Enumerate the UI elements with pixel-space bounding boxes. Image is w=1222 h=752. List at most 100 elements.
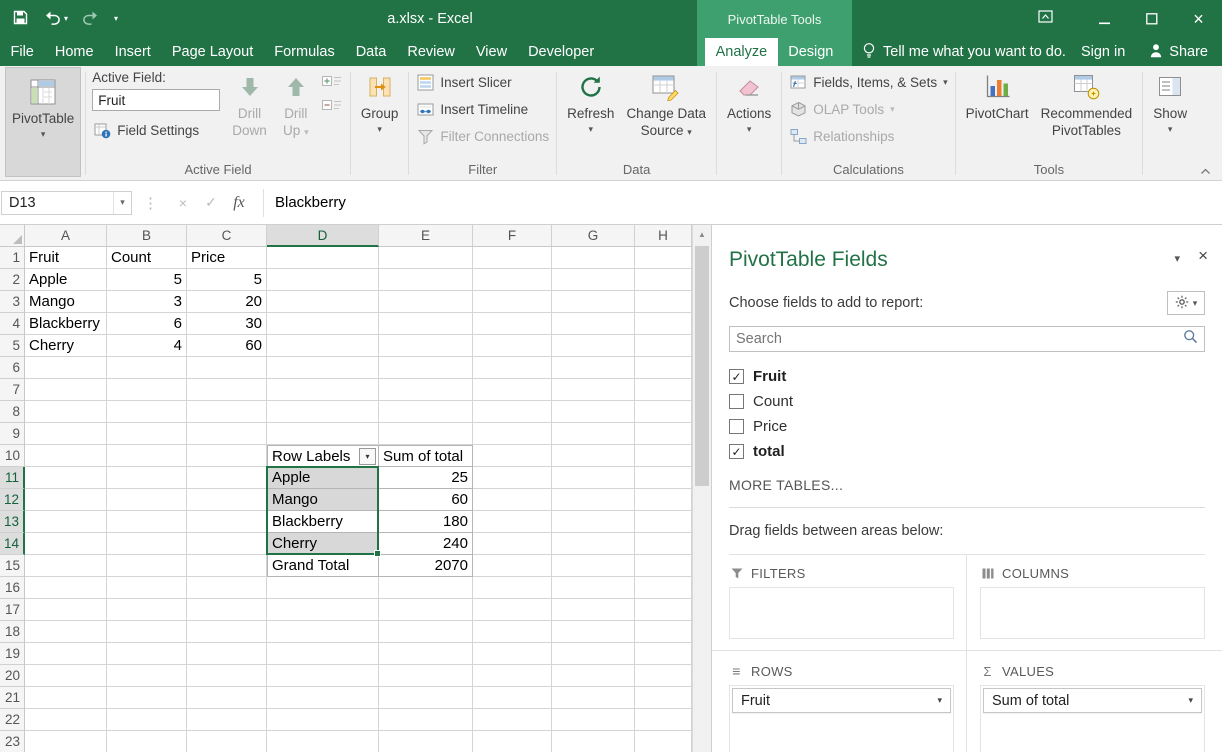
row-header-22[interactable]: 22 — [0, 709, 25, 731]
cell-E10[interactable]: Sum of total — [379, 445, 473, 467]
cell-E22[interactable] — [379, 709, 473, 731]
cell-A3[interactable]: Mango — [25, 291, 107, 313]
cell-B19[interactable] — [107, 643, 187, 665]
cell-G10[interactable] — [552, 445, 635, 467]
vertical-scrollbar[interactable]: ▲ — [692, 225, 711, 752]
row-header-5[interactable]: 5 — [0, 335, 25, 357]
cell-H17[interactable] — [635, 599, 692, 621]
cell-D1[interactable] — [267, 247, 379, 269]
cell-E19[interactable] — [379, 643, 473, 665]
cell-E1[interactable] — [379, 247, 473, 269]
column-header-B[interactable]: B — [107, 225, 187, 247]
insert-timeline-button[interactable]: Insert Timeline — [413, 97, 552, 122]
rows-drop-zone[interactable]: Fruit▾ — [729, 685, 954, 752]
cell-G8[interactable] — [552, 401, 635, 423]
cell-A23[interactable] — [25, 731, 107, 752]
cell-H12[interactable] — [635, 489, 692, 511]
tab-insert[interactable]: Insert — [104, 38, 161, 66]
cell-H2[interactable] — [635, 269, 692, 291]
checkbox-fruit[interactable]: ✓ — [729, 369, 744, 384]
cell-G3[interactable] — [552, 291, 635, 313]
row-header-13[interactable]: 13 — [0, 511, 25, 533]
row-header-16[interactable]: 16 — [0, 577, 25, 599]
cell-E15[interactable]: 2070 — [379, 555, 473, 577]
row-header-15[interactable]: 15 — [0, 555, 25, 577]
cell-H19[interactable] — [635, 643, 692, 665]
row-header-8[interactable]: 8 — [0, 401, 25, 423]
cell-B6[interactable] — [107, 357, 187, 379]
tell-me-box[interactable]: Tell me what you want to do. — [862, 42, 1066, 63]
column-header-G[interactable]: G — [552, 225, 635, 247]
row-header-10[interactable]: 10 — [0, 445, 25, 467]
cell-H22[interactable] — [635, 709, 692, 731]
cell-D2[interactable] — [267, 269, 379, 291]
group-button[interactable]: Group ▾ — [355, 67, 405, 157]
row-header-6[interactable]: 6 — [0, 357, 25, 379]
close-button[interactable]: × — [1175, 0, 1222, 38]
cell-G23[interactable] — [552, 731, 635, 752]
show-button[interactable]: Show ▾ — [1147, 67, 1193, 157]
cell-B12[interactable] — [107, 489, 187, 511]
cell-H4[interactable] — [635, 313, 692, 335]
cell-D19[interactable] — [267, 643, 379, 665]
cell-E21[interactable] — [379, 687, 473, 709]
cell-F19[interactable] — [473, 643, 552, 665]
cell-F21[interactable] — [473, 687, 552, 709]
cell-A22[interactable] — [25, 709, 107, 731]
row-header-14[interactable]: 14 — [0, 533, 25, 555]
cell-F22[interactable] — [473, 709, 552, 731]
cell-A5[interactable]: Cherry — [25, 335, 107, 357]
field-row-fruit[interactable]: ✓Fruit — [729, 364, 1205, 389]
cell-A16[interactable] — [25, 577, 107, 599]
tab-file[interactable]: File — [0, 38, 44, 66]
pivottable-button[interactable]: PivotTable ▾ — [5, 67, 81, 177]
tab-view[interactable]: View — [465, 38, 517, 66]
cell-G15[interactable] — [552, 555, 635, 577]
cell-C8[interactable] — [187, 401, 267, 423]
cell-D7[interactable] — [267, 379, 379, 401]
columns-drop-zone[interactable] — [980, 587, 1205, 639]
cell-D12[interactable]: Mango — [267, 489, 379, 511]
collapse-ribbon-button[interactable] — [1196, 163, 1214, 177]
cell-F20[interactable] — [473, 665, 552, 687]
cell-C9[interactable] — [187, 423, 267, 445]
cell-G18[interactable] — [552, 621, 635, 643]
cell-E2[interactable] — [379, 269, 473, 291]
column-header-H[interactable]: H — [635, 225, 692, 247]
cell-G16[interactable] — [552, 577, 635, 599]
row-header-3[interactable]: 3 — [0, 291, 25, 313]
tab-design[interactable]: Design — [778, 38, 844, 66]
cell-F3[interactable] — [473, 291, 552, 313]
cell-D9[interactable] — [267, 423, 379, 445]
change-data-source-button[interactable]: Change Data Source ▾ — [620, 67, 712, 157]
cell-C23[interactable] — [187, 731, 267, 752]
checkbox-total[interactable]: ✓ — [729, 444, 744, 459]
cell-B16[interactable] — [107, 577, 187, 599]
column-header-A[interactable]: A — [25, 225, 107, 247]
checkbox-price[interactable] — [729, 419, 744, 434]
cell-B1[interactable]: Count — [107, 247, 187, 269]
cell-D3[interactable] — [267, 291, 379, 313]
cell-A4[interactable]: Blackberry — [25, 313, 107, 335]
cell-D6[interactable] — [267, 357, 379, 379]
cell-H6[interactable] — [635, 357, 692, 379]
cell-D21[interactable] — [267, 687, 379, 709]
cell-F9[interactable] — [473, 423, 552, 445]
cell-H14[interactable] — [635, 533, 692, 555]
cell-D17[interactable] — [267, 599, 379, 621]
cell-F23[interactable] — [473, 731, 552, 752]
cell-C7[interactable] — [187, 379, 267, 401]
cell-E4[interactable] — [379, 313, 473, 335]
cell-F4[interactable] — [473, 313, 552, 335]
cell-C10[interactable] — [187, 445, 267, 467]
cell-G19[interactable] — [552, 643, 635, 665]
minimize-button[interactable] — [1081, 0, 1128, 38]
cell-F11[interactable] — [473, 467, 552, 489]
cell-H18[interactable] — [635, 621, 692, 643]
cell-B10[interactable] — [107, 445, 187, 467]
tab-page-layout[interactable]: Page Layout — [161, 38, 263, 66]
row-header-1[interactable]: 1 — [0, 247, 25, 269]
checkbox-count[interactable] — [729, 394, 744, 409]
fill-handle[interactable] — [374, 550, 381, 557]
cell-C3[interactable]: 20 — [187, 291, 267, 313]
